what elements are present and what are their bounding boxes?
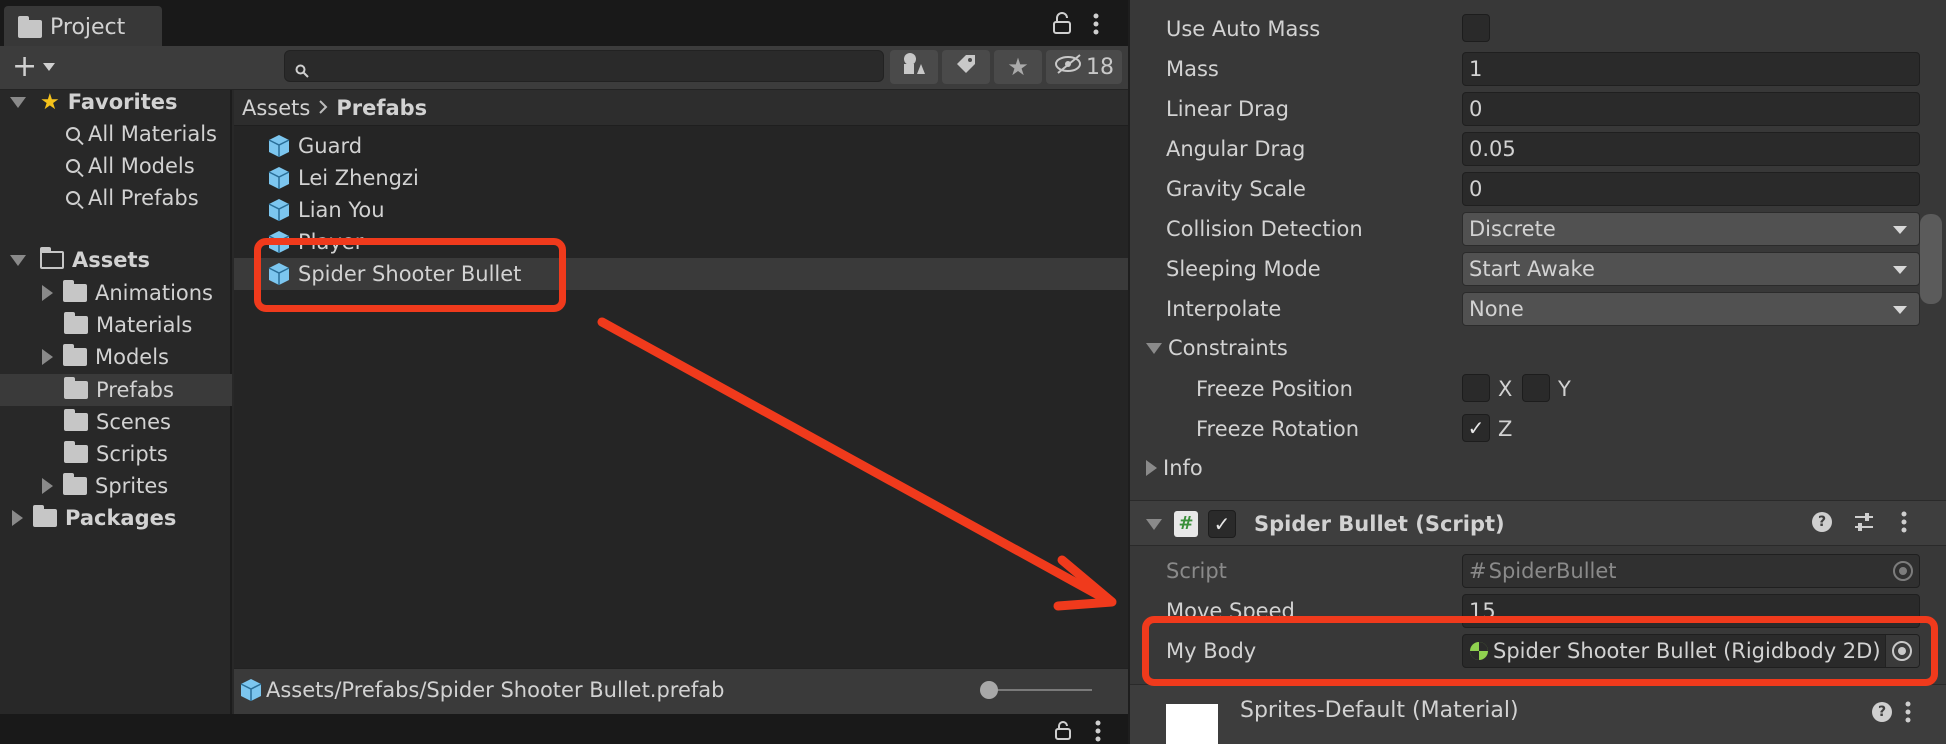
annotation-arrow	[597, 317, 1117, 611]
